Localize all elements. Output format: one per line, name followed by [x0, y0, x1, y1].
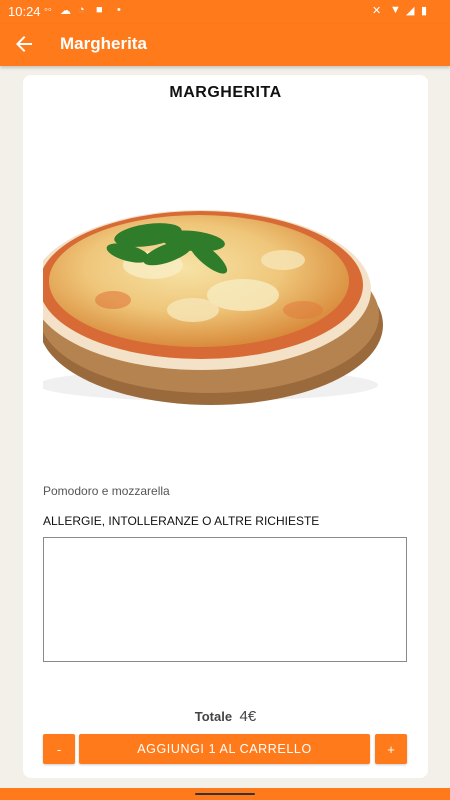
status-time: 10:24 — [8, 4, 41, 19]
mute-icon: ✕ — [372, 5, 382, 17]
product-title: MARGHERITA — [169, 84, 282, 101]
increase-quantity-button[interactable]: + — [375, 734, 407, 764]
status-bar: 10:24 ◦◦ ☁ ◔ ■ • ✕ ▼ ◢ ▮ — [0, 0, 450, 24]
back-arrow-icon[interactable] — [12, 32, 36, 56]
cloud-icon: ☁ — [60, 5, 71, 17]
home-indicator[interactable] — [195, 793, 255, 795]
add-to-cart-button[interactable]: AGGIUNGI 1 AL CARRELLO — [79, 734, 370, 764]
app-bar: Margherita — [0, 24, 450, 66]
dot-icon: • — [117, 4, 121, 16]
signal-icon: ◢ — [406, 5, 415, 17]
product-description: Pomodoro e mozzarella — [43, 484, 170, 498]
app-notification-icon: ■ — [96, 4, 103, 16]
voicemail-icon: ◦◦ — [44, 4, 52, 16]
total-label: Totale — [194, 709, 233, 724]
page-title: Margherita — [60, 34, 147, 53]
product-card: MARGHERITA Pomodoro e mozzarella ALLERGI… — [23, 75, 428, 778]
total-value: 4€ — [239, 708, 257, 725]
battery-icon: ▮ — [421, 5, 428, 17]
decrease-quantity-button[interactable]: - — [43, 734, 75, 764]
total-price: Totale 4€ — [23, 708, 428, 726]
allergy-label: ALLERGIE, INTOLLERANZE O ALTRE RICHIESTE — [43, 514, 320, 528]
allergy-notes-input[interactable] — [43, 537, 407, 662]
sync-icon: ◔ — [78, 4, 85, 16]
wifi-icon: ▼ — [390, 4, 401, 16]
product-image — [43, 175, 388, 420]
